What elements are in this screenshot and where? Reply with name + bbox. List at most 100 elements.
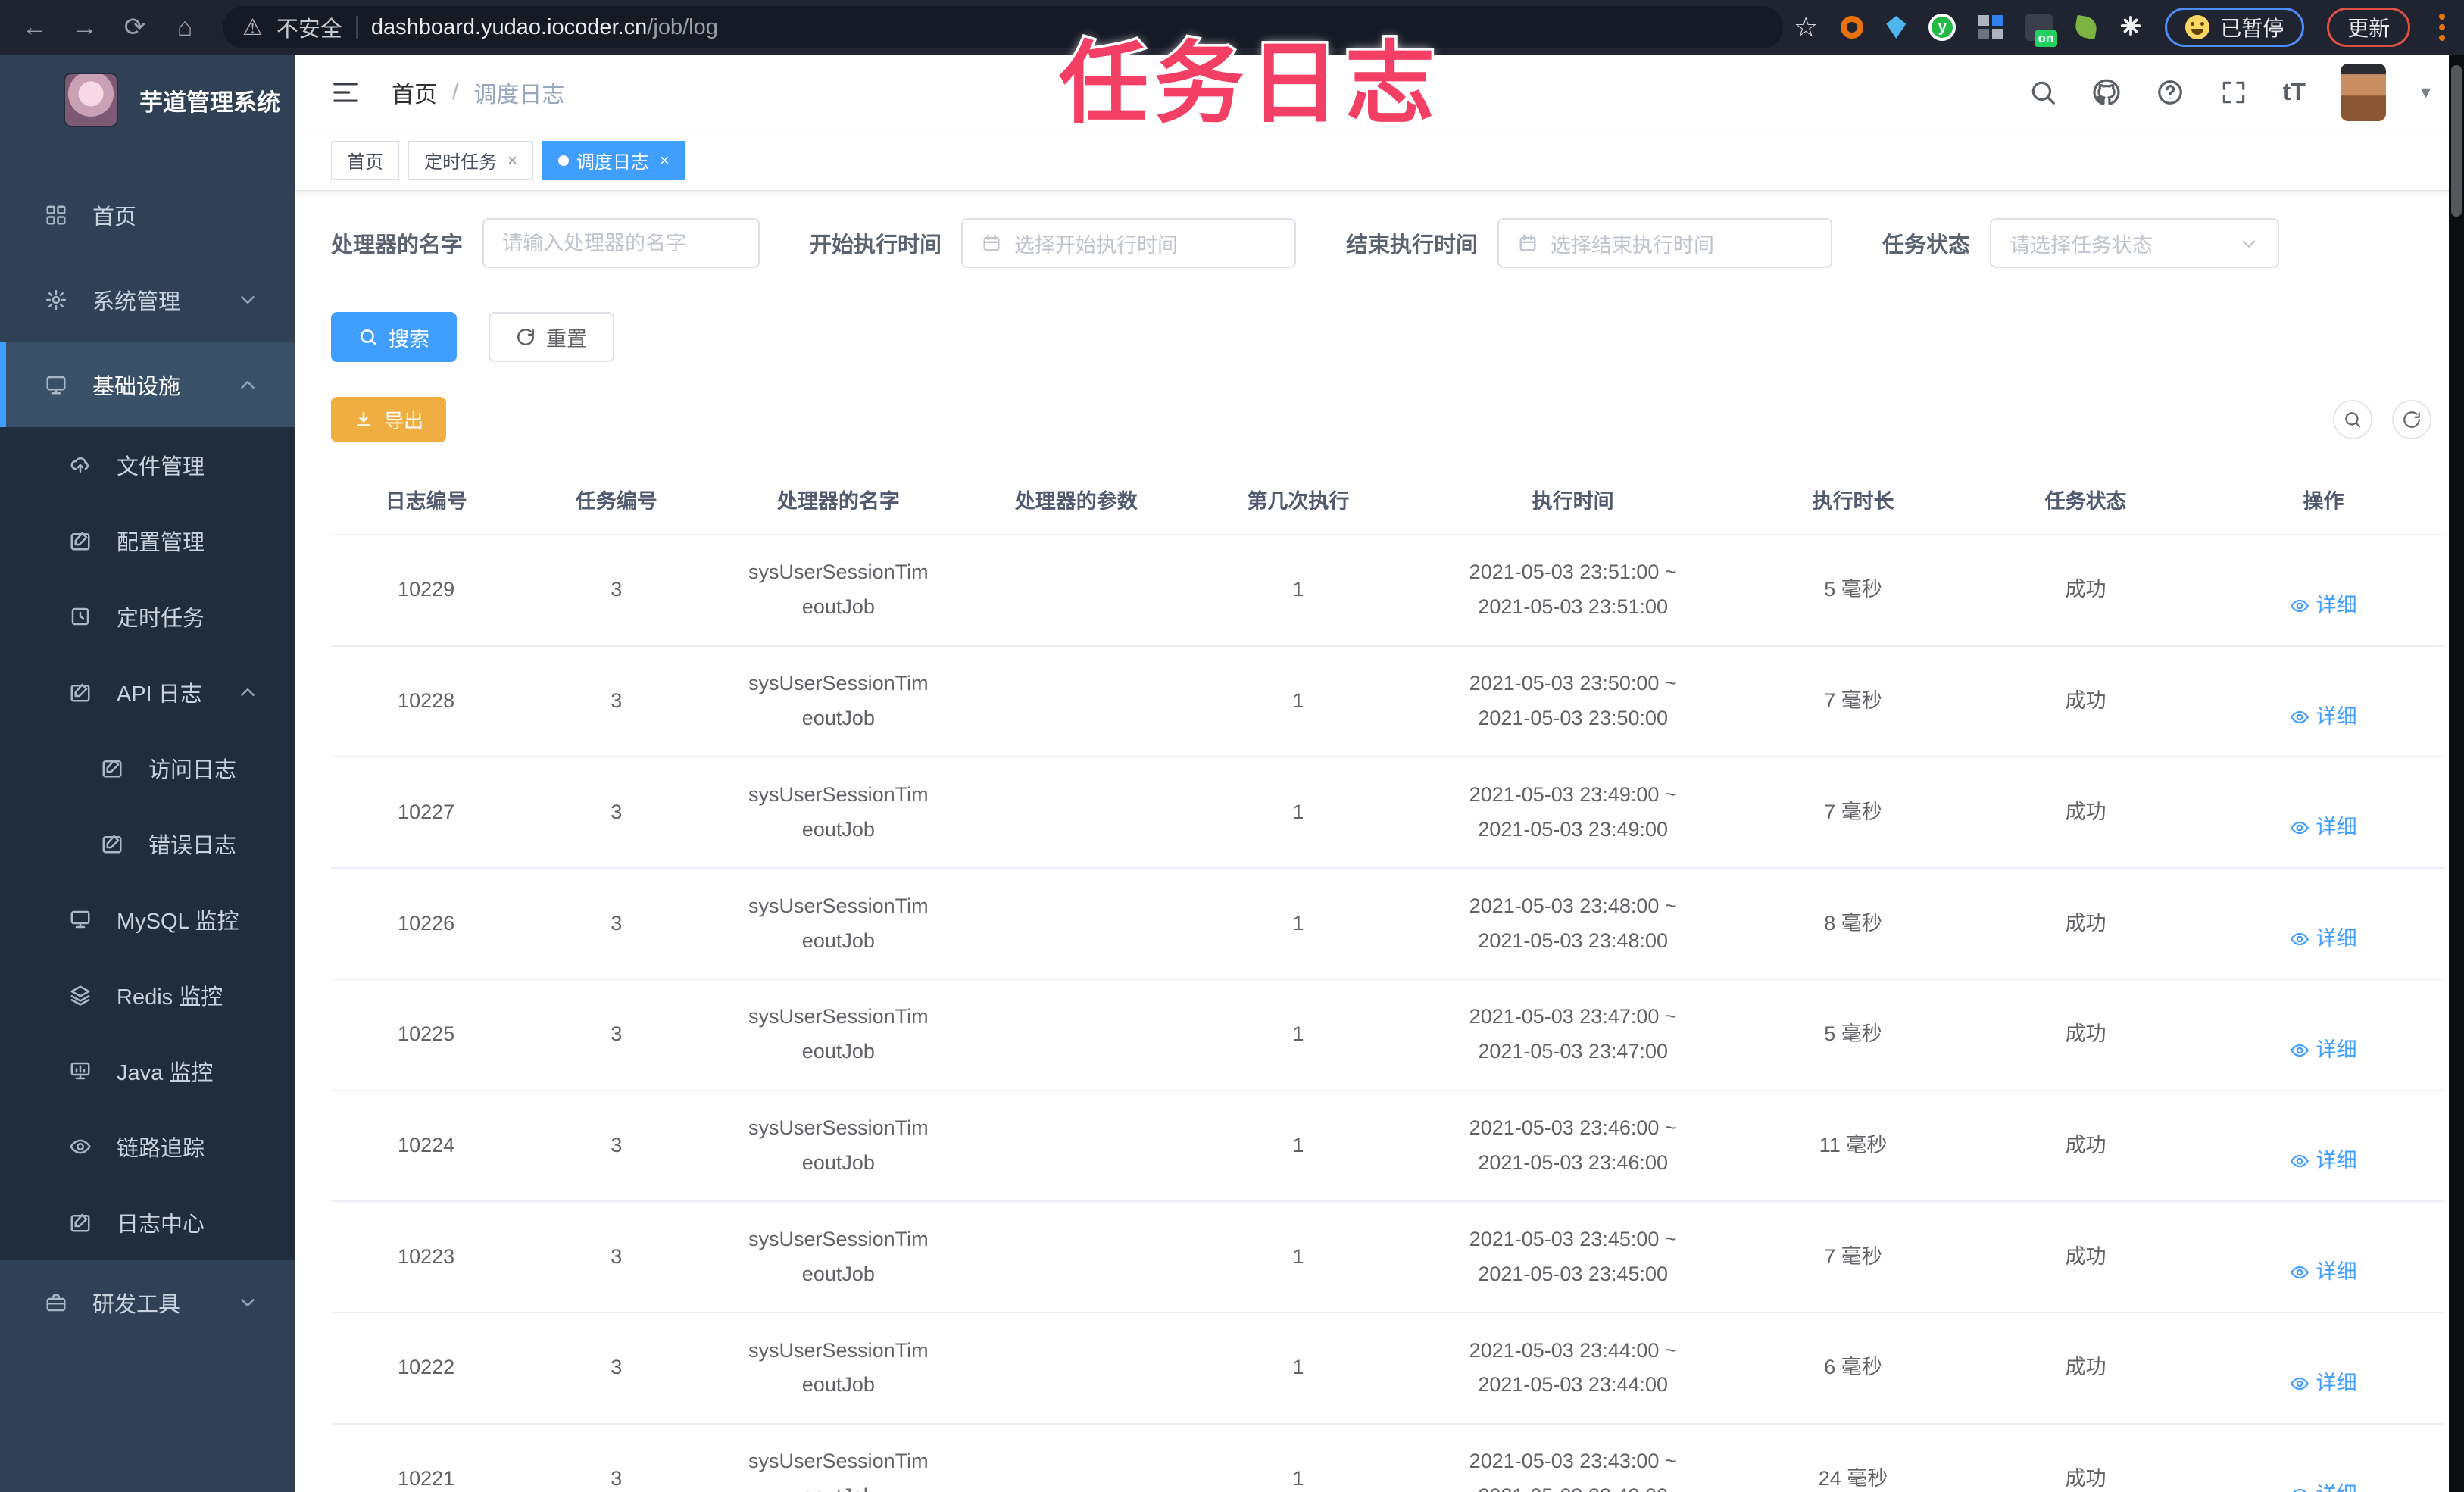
search-button[interactable]: 搜索 <box>331 312 457 362</box>
font-size-icon[interactable]: tT <box>2283 78 2306 106</box>
detail-link[interactable]: 详细 <box>2290 1144 2356 1178</box>
detail-link[interactable]: 详细 <box>2290 1033 2356 1068</box>
sidebar-item-log-center[interactable]: 日志中心 <box>0 1185 295 1260</box>
browser-reload-icon[interactable]: ⟳ <box>115 8 155 47</box>
sidebar-item-trace[interactable]: 链路追踪 <box>0 1109 295 1185</box>
sidebar-logo-row[interactable]: 芋道管理系统 <box>0 55 295 145</box>
extension-flower-icon[interactable] <box>2119 14 2142 41</box>
bookmark-star-icon[interactable]: ☆ <box>1794 11 1818 43</box>
chevron-up-icon <box>236 373 259 396</box>
detail-link[interactable]: 详细 <box>2290 1366 2356 1401</box>
sidebar-item-config-management[interactable]: 配置管理 <box>0 503 295 579</box>
detail-link[interactable]: 详细 <box>2290 1478 2356 1492</box>
sidebar-item-mysql-monitor[interactable]: MySQL 监控 <box>0 882 295 957</box>
dashboard-icon <box>44 203 68 227</box>
cell-log-id: 10227 <box>331 757 522 869</box>
sidebar-item-label: 链路追踪 <box>117 1137 205 1161</box>
hamburger-icon[interactable] <box>331 78 360 107</box>
cell-handler-param <box>965 1423 1188 1492</box>
main-area: 首页 / 调度日志 tT ▾ 首页 定时任务 × 调度日志 × 处理器的名字 请… <box>295 55 2464 1492</box>
monitor-icon <box>68 907 92 932</box>
sidebar-item-api-log[interactable]: API 日志 <box>0 654 295 730</box>
fullscreen-icon[interactable] <box>2219 78 2248 107</box>
briefcase-icon <box>44 1291 68 1315</box>
detail-label: 详细 <box>2316 1371 2357 1394</box>
sidebar-item-redis-monitor[interactable]: Redis 监控 <box>0 957 295 1033</box>
browser-home-icon[interactable]: ⌂ <box>165 8 205 47</box>
cell-exec-time: 2021-05-03 23:43:00 ~ 2021-05-03 23:43:0… <box>1409 1423 1737 1492</box>
detail-link[interactable]: 详细 <box>2290 588 2356 623</box>
detail-label: 详细 <box>2316 1149 2357 1172</box>
browser-forward-icon[interactable]: → <box>65 8 105 47</box>
search-icon[interactable] <box>2028 78 2057 107</box>
tab-close-icon[interactable]: × <box>660 151 670 170</box>
col-log-id: 日志编号 <box>331 465 522 535</box>
tab-scheduled-tasks[interactable]: 定时任务 × <box>408 140 533 180</box>
cell-actions: 详细 <box>2201 1090 2445 1203</box>
sidebar-item-access-log[interactable]: 访问日志 <box>0 730 295 806</box>
detail-link[interactable]: 详细 <box>2290 700 2356 735</box>
address-divider <box>355 16 358 39</box>
sidebar-item-scheduled-tasks[interactable]: 定时任务 <box>0 579 295 654</box>
toggle-search-button[interactable] <box>2333 400 2372 439</box>
avatar-caret-icon[interactable]: ▾ <box>2421 80 2431 104</box>
extension-grid-icon[interactable] <box>1978 15 2003 39</box>
cell-task-id: 3 <box>521 868 712 980</box>
user-avatar[interactable] <box>2340 63 2386 121</box>
browser-update-button[interactable]: 更新 <box>2327 8 2411 47</box>
sidebar-item-dev-tools[interactable]: 研发工具 <box>0 1260 295 1345</box>
sidebar-item-system[interactable]: 系统管理 <box>0 258 295 342</box>
cell-task-id: 3 <box>521 1090 712 1203</box>
detail-link[interactable]: 详细 <box>2290 922 2356 957</box>
cell-exec-time: 2021-05-03 23:46:00 ~ 2021-05-03 23:46:0… <box>1409 1090 1737 1203</box>
extension-y-icon[interactable]: y <box>1928 14 1957 41</box>
end-time-picker[interactable]: 选择结束执行时间 <box>1497 218 1833 268</box>
detail-link[interactable]: 详细 <box>2290 1255 2356 1290</box>
breadcrumb-separator: / <box>452 79 459 105</box>
tab-home[interactable]: 首页 <box>331 140 399 180</box>
tab-close-icon[interactable]: × <box>507 151 517 170</box>
extension-on-icon[interactable]: on <box>2025 14 2058 47</box>
extension-orange-icon[interactable] <box>1841 16 1864 39</box>
sidebar-item-file-management[interactable]: 文件管理 <box>0 427 295 503</box>
refresh-button[interactable] <box>2392 400 2431 439</box>
cell-handler-param <box>965 1313 1188 1425</box>
cell-exec-count: 1 <box>1187 1201 1410 1314</box>
detail-link[interactable]: 详细 <box>2290 810 2356 845</box>
cell-exec-count: 1 <box>1187 979 1410 1091</box>
page-scrollbar[interactable] <box>2449 55 2464 1492</box>
browser-back-icon[interactable]: ← <box>15 8 55 47</box>
table-row: 10224 3 sysUserSessionTim eoutJob 1 2021… <box>331 1090 2445 1203</box>
sidebar-item-home[interactable]: 首页 <box>0 173 295 258</box>
url-path: /job/log <box>647 14 718 39</box>
start-time-picker[interactable]: 选择开始执行时间 <box>961 218 1297 268</box>
handler-input[interactable] <box>482 218 760 268</box>
paused-extension-button[interactable]: 已暂停 <box>2165 8 2305 47</box>
extension-leaf-icon[interactable] <box>2074 14 2099 40</box>
timer-icon <box>68 604 92 629</box>
cell-exec-count: 1 <box>1187 535 1410 647</box>
tab-job-log[interactable]: 调度日志 × <box>542 140 685 180</box>
github-icon[interactable] <box>2092 78 2121 107</box>
status-select[interactable]: 请选择任务状态 <box>1990 218 2280 268</box>
breadcrumb-home[interactable]: 首页 <box>392 76 437 109</box>
cell-exec-time: 2021-05-03 23:48:00 ~ 2021-05-03 23:48:0… <box>1409 868 1737 980</box>
help-icon[interactable] <box>2156 78 2184 107</box>
extension-gem-icon[interactable] <box>1886 16 1907 39</box>
export-button[interactable]: 导出 <box>331 397 447 442</box>
cell-task-id: 3 <box>521 1201 712 1314</box>
scrollbar-thumb[interactable] <box>2451 65 2462 217</box>
sidebar-item-infrastructure[interactable]: 基础设施 <box>0 342 295 427</box>
sidebar-item-error-log[interactable]: 错误日志 <box>0 806 295 882</box>
tab-label: 调度日志 <box>576 152 649 173</box>
filter-start-time: 开始执行时间 选择开始执行时间 <box>810 218 1297 268</box>
sidebar-item-java-monitor[interactable]: Java 监控 <box>0 1033 295 1109</box>
sidebar: 芋道管理系统 首页 系统管理 基础设施 文件管理 配置管理 定时任务 API 日… <box>0 55 295 1492</box>
table-row: 10221 3 sysUserSessionTim eoutJob 1 2021… <box>331 1423 2445 1492</box>
app-logo <box>64 73 118 127</box>
address-bar[interactable]: ⚠ 不安全 dashboard.yudao.iocoder.cn/job/log <box>223 6 1783 48</box>
cell-log-id: 10225 <box>331 979 522 1091</box>
browser-menu-icon[interactable] <box>2439 14 2446 41</box>
cell-exec-time: 2021-05-03 23:47:00 ~ 2021-05-03 23:47:0… <box>1409 979 1737 1091</box>
reset-button[interactable]: 重置 <box>489 312 614 362</box>
